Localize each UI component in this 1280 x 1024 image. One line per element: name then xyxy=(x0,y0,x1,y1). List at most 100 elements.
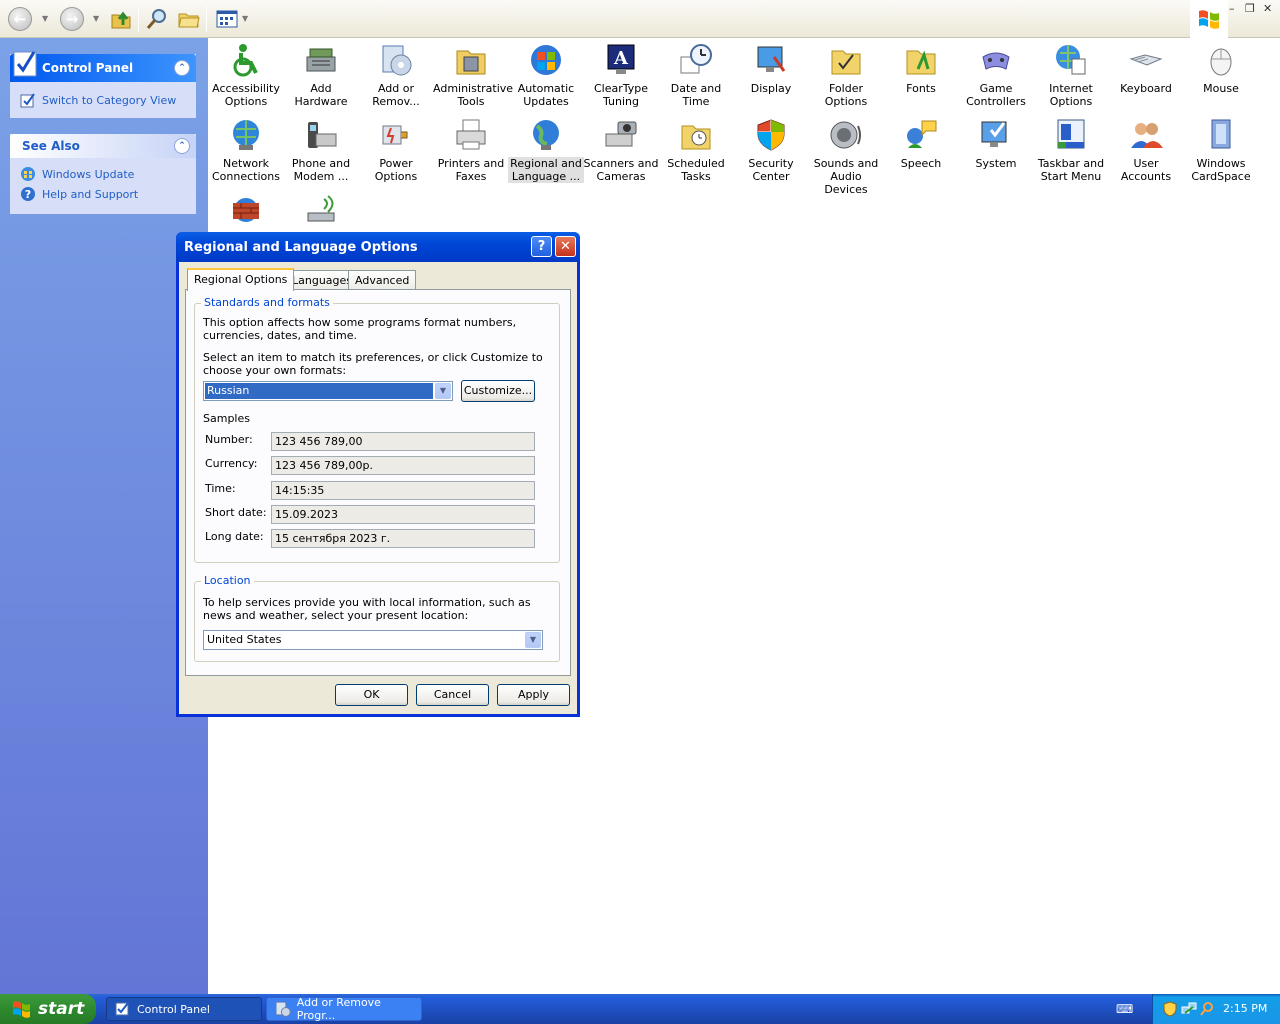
sample-time-value: 14:15:35 xyxy=(271,481,535,500)
forward-button[interactable]: → xyxy=(60,6,84,32)
item-label: Display xyxy=(750,82,792,95)
start-label: start xyxy=(38,999,85,1019)
sample-short-date-value: 15.09.2023 xyxy=(271,505,535,524)
tab-regional-options[interactable]: Regional Options xyxy=(187,268,295,291)
location-select[interactable]: United States ▼ xyxy=(203,630,543,650)
item-label: Game Controllers xyxy=(966,82,1026,108)
date-time-item[interactable]: Date and Time xyxy=(658,42,734,108)
standards-instruction: Select an item to match its preferences,… xyxy=(203,351,543,377)
mouse-item[interactable]: Mouse xyxy=(1183,42,1259,95)
search-tray-icon[interactable] xyxy=(1199,1001,1215,1017)
apply-button[interactable]: Apply xyxy=(497,684,570,706)
power-options-item[interactable]: Power Options xyxy=(358,117,434,183)
cancel-button[interactable]: Cancel xyxy=(416,684,489,706)
task-add-remove-programs[interactable]: Add or Remove Progr... xyxy=(266,996,422,1022)
scanners-cameras-item[interactable]: Scanners and Cameras xyxy=(583,117,659,183)
windows-update-link[interactable]: Windows Update xyxy=(20,164,186,184)
automatic-updates-item[interactable]: Automatic Updates xyxy=(508,42,584,108)
internet-options-item[interactable]: Internet Options xyxy=(1033,42,1109,108)
restore-icon[interactable]: ❐ xyxy=(1245,2,1255,15)
control-panel-header[interactable]: Control Panel ⌃ xyxy=(10,51,196,82)
item-label: Mouse xyxy=(1203,82,1239,95)
close-icon[interactable]: ✕ xyxy=(1263,2,1272,15)
add-hardware-item[interactable]: Add Hardware xyxy=(283,42,359,108)
display-item[interactable]: Display xyxy=(733,42,809,95)
views-dropdown-icon[interactable]: ▼ xyxy=(242,14,248,23)
switch-category-view-link[interactable]: Switch to Category View xyxy=(20,90,186,110)
item-label: Add or Remov... xyxy=(372,82,420,108)
keyboard-layout-icon[interactable]: ⌨ xyxy=(1116,1002,1133,1016)
cleartype-tuning-item[interactable]: A ClearType Tuning xyxy=(583,42,659,108)
views-button[interactable] xyxy=(214,6,240,32)
speaker-icon xyxy=(830,121,861,149)
regional-language-item[interactable]: Regional and Language ... xyxy=(508,117,584,183)
administrative-tools-item[interactable]: Administrative Tools xyxy=(433,42,514,108)
up-folder-icon xyxy=(111,11,131,29)
control-panel-body: Switch to Category View xyxy=(10,82,196,118)
add-remove-programs-item[interactable]: Add or Remov... xyxy=(358,42,434,108)
item-label: Scheduled Tasks xyxy=(667,157,725,183)
speech-item[interactable]: Speech xyxy=(883,117,959,170)
security-center-item[interactable]: Security Center xyxy=(733,117,809,183)
game-controllers-item[interactable]: Game Controllers xyxy=(958,42,1034,108)
clock: 2:15 PM xyxy=(1223,1002,1268,1015)
keyboard-item[interactable]: Keyboard xyxy=(1108,42,1184,95)
windows-firewall-item[interactable] xyxy=(208,192,284,232)
folder-options-item[interactable]: Folder Options xyxy=(808,42,884,108)
sample-number-label: Number: xyxy=(205,433,253,446)
item-label: Administrative Tools xyxy=(433,82,514,108)
customize-button[interactable]: Customize... xyxy=(461,380,535,402)
windows-update-icon xyxy=(21,167,35,181)
chevron-down-icon[interactable]: ▼ xyxy=(525,632,541,648)
system-item[interactable]: System xyxy=(958,117,1034,170)
item-label: Speech xyxy=(900,157,942,170)
accessibility-options-item[interactable]: Accessibility Options xyxy=(208,42,284,108)
dialog-title-bar[interactable]: Regional and Language Options ? ✕ xyxy=(176,232,580,262)
control-panel-box: Control Panel ⌃ Switch to Category View xyxy=(10,51,196,118)
internet-options-icon xyxy=(1056,45,1086,75)
speech-icon xyxy=(907,120,937,148)
collapse-chevron-icon[interactable]: ⌃ xyxy=(174,60,190,76)
network-tray-icon[interactable] xyxy=(1181,1001,1197,1017)
item-label: Date and Time xyxy=(670,82,722,108)
switch-category-view-label: Switch to Category View xyxy=(42,93,177,107)
help-support-link[interactable]: ? Help and Support xyxy=(20,184,186,204)
phone-modem-item[interactable]: Phone and Modem ... xyxy=(283,117,359,183)
scheduled-tasks-item[interactable]: Scheduled Tasks xyxy=(658,117,734,183)
wireless-network-icon xyxy=(307,195,335,222)
folders-button[interactable] xyxy=(176,6,202,32)
help-button[interactable]: ? xyxy=(531,236,552,257)
up-folder-button[interactable] xyxy=(108,6,134,32)
svg-text:A: A xyxy=(613,48,629,69)
chevron-down-icon[interactable]: ▼ xyxy=(435,383,451,399)
wireless-network-item[interactable] xyxy=(283,192,359,232)
task-control-panel[interactable]: Control Panel xyxy=(106,997,262,1021)
item-label: Regional and Language ... xyxy=(508,157,584,183)
accessibility-icon xyxy=(233,44,258,77)
forward-dropdown-icon[interactable]: ▼ xyxy=(93,14,99,23)
windows-cardspace-item[interactable]: Windows CardSpace xyxy=(1183,117,1259,183)
back-button[interactable]: ← xyxy=(8,6,32,32)
format-select[interactable]: Russian ▼ xyxy=(203,381,453,401)
see-also-header[interactable]: See Also ⌃ xyxy=(10,134,196,158)
network-connections-item[interactable]: Network Connections xyxy=(208,117,284,183)
minimize-icon[interactable]: – xyxy=(1229,2,1235,15)
printers-faxes-item[interactable]: Printers and Faxes xyxy=(433,117,509,183)
sounds-audio-item[interactable]: Sounds and Audio Devices xyxy=(808,117,884,196)
collapse-chevron-icon[interactable]: ⌃ xyxy=(174,138,190,154)
item-label: Accessibility Options xyxy=(212,82,280,108)
standards-formats-group: Standards and formats This option affect… xyxy=(194,296,560,563)
tab-advanced[interactable]: Advanced xyxy=(348,270,417,290)
search-button[interactable] xyxy=(144,6,170,32)
item-label: Sounds and Audio Devices xyxy=(813,157,879,196)
back-dropdown-icon[interactable]: ▼ xyxy=(42,14,48,23)
system-tray: 2:15 PM xyxy=(1152,994,1280,1024)
user-accounts-item[interactable]: User Accounts xyxy=(1108,117,1184,183)
ok-button[interactable]: OK xyxy=(335,684,408,706)
taskbar-start-menu-item[interactable]: Taskbar and Start Menu xyxy=(1033,117,1109,183)
fonts-item[interactable]: Fonts xyxy=(883,42,959,95)
start-button[interactable]: start xyxy=(0,994,96,1024)
security-shield-icon[interactable] xyxy=(1163,1001,1177,1017)
close-button[interactable]: ✕ xyxy=(555,236,576,257)
see-also-body: Windows Update ? Help and Support xyxy=(10,158,196,212)
